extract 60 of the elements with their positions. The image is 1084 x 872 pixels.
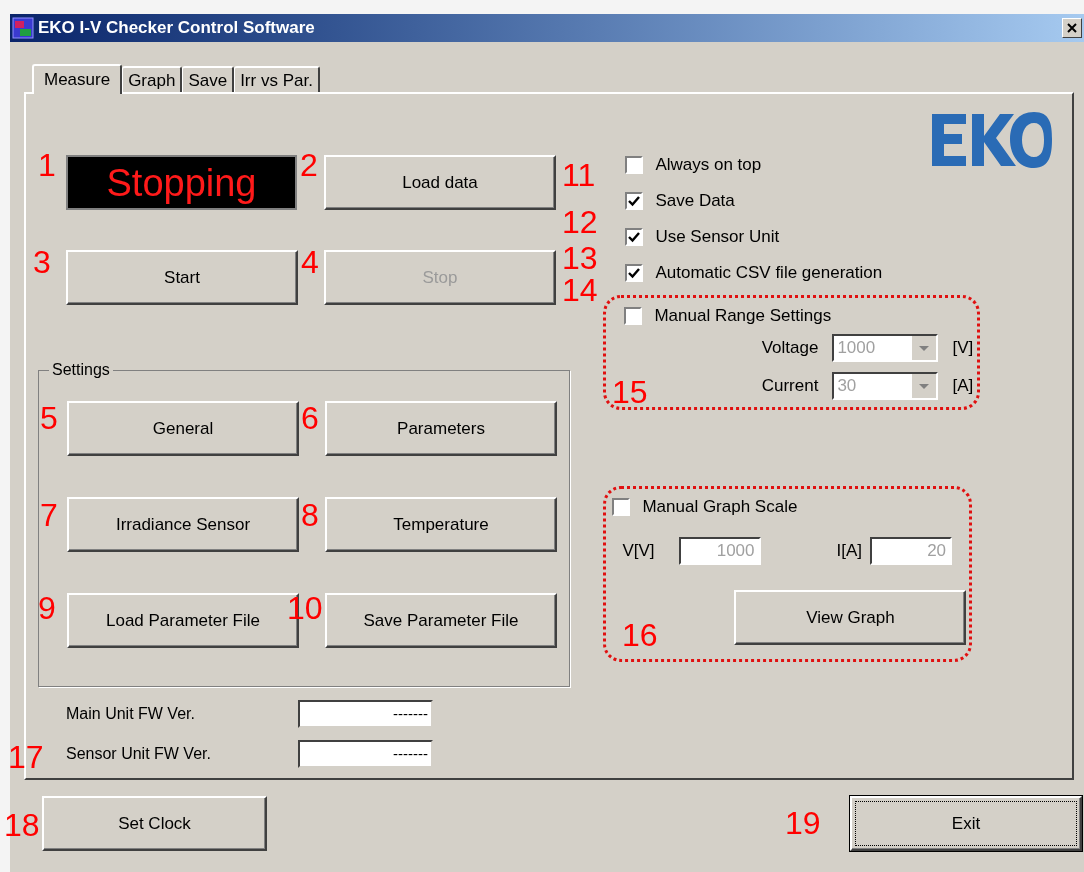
callout-number: 2 [300, 149, 318, 181]
unit-label: [V] [952, 337, 974, 360]
checkbox-label: Save Data [655, 190, 735, 213]
tab[interactable]: Save [182, 66, 235, 92]
set-clock-button[interactable]: Set Clock [42, 796, 267, 851]
tab[interactable]: Irr vs Par. [234, 66, 320, 92]
callout-number: 1 [38, 149, 56, 181]
callout-number: 11 [562, 159, 596, 191]
view-graph-button[interactable]: View Graph [734, 590, 967, 645]
tab[interactable]: Measure [32, 64, 123, 94]
checkbox[interactable] [625, 264, 644, 282]
app-icon [12, 17, 34, 39]
callout-number: 9 [38, 592, 56, 624]
callout-number: 19 [785, 807, 821, 839]
field-label: Current [760, 375, 819, 398]
callout-number: 17 [8, 741, 44, 773]
callout-number: 18 [4, 809, 40, 841]
close-icon [1067, 23, 1077, 33]
checkbox-label: Manual Range Settings [654, 305, 832, 328]
status-display: Stopping [66, 155, 297, 210]
callout-number: 6 [301, 402, 319, 434]
window-title: EKO I-V Checker Control Software [38, 17, 315, 40]
field-label: Voltage [760, 337, 819, 360]
settings-button[interactable]: General [67, 401, 299, 456]
unit-label: [A] [952, 375, 974, 398]
checkbox-label: Use Sensor Unit [655, 226, 780, 249]
exit-button[interactable]: Exit [850, 796, 1082, 851]
checkbox-label: Automatic CSV file generation [655, 262, 883, 285]
version-field: ------- [298, 700, 433, 728]
callout-number: 5 [40, 402, 58, 434]
callout-number: 13 [562, 242, 598, 274]
start-button[interactable]: Start [66, 250, 298, 305]
callout-number: 7 [40, 499, 58, 531]
version-field: ------- [298, 740, 433, 768]
callout-number: 3 [33, 246, 51, 278]
callout-number: 16 [622, 619, 658, 651]
load-data-button[interactable]: Load data [324, 155, 556, 210]
checkbox[interactable] [625, 228, 644, 246]
callout-number: 14 [562, 274, 598, 306]
settings-button[interactable]: Temperature [325, 497, 557, 552]
field-label: V[V] [622, 540, 655, 563]
checkbox[interactable] [625, 192, 644, 210]
callout-number: 4 [301, 246, 319, 278]
callout-number: 8 [301, 499, 319, 531]
settings-button[interactable]: Parameters [325, 401, 557, 456]
group-title: Settings [49, 360, 113, 380]
checkbox[interactable] [612, 498, 631, 516]
close-button[interactable] [1062, 18, 1082, 38]
checkbox-label: Always on top [655, 154, 762, 177]
settings-button[interactable]: Irradiance Sensor [67, 497, 299, 552]
field-label: Main Unit FW Ver. [66, 704, 196, 724]
callout-number: 12 [562, 206, 598, 238]
settings-button[interactable]: Save Parameter File [325, 593, 557, 648]
tab[interactable]: Graph [122, 66, 183, 92]
callout-number: 15 [612, 376, 648, 408]
checkbox-label: Manual Graph Scale [642, 496, 798, 519]
checkbox[interactable] [624, 307, 643, 325]
checkbox[interactable] [625, 156, 644, 174]
field-label: I[A] [836, 540, 863, 563]
field-label: Sensor Unit FW Ver. [66, 744, 212, 764]
